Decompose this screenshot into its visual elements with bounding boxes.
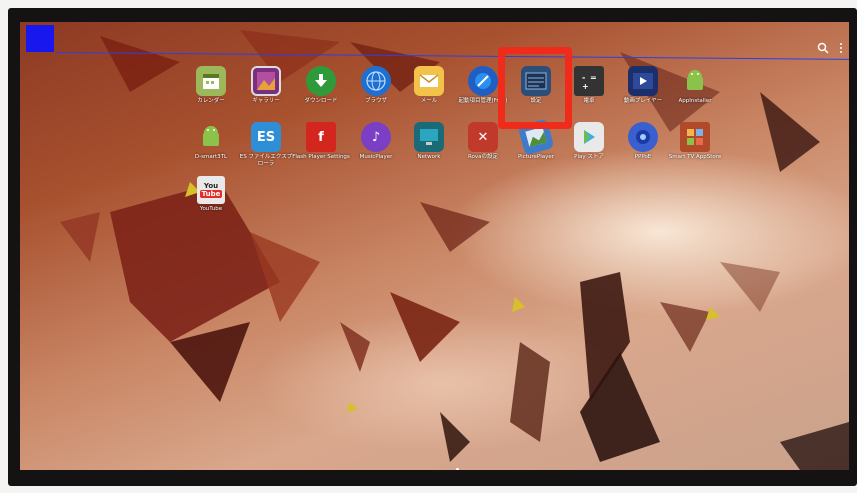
app-label: 動画プレイヤー <box>623 98 663 104</box>
play-store-icon <box>574 122 604 152</box>
page-indicator <box>456 468 459 470</box>
app-download[interactable]: ダウンロード <box>292 66 350 105</box>
app-label: AppInstaller <box>678 98 712 104</box>
smart-tv-appstore-icon <box>680 122 710 152</box>
calendar-icon <box>196 66 226 96</box>
app-label: PicturePlayer <box>517 154 555 160</box>
settings-highlight-box <box>498 47 572 129</box>
app-label: カレンダー <box>197 98 225 104</box>
startup-manager-icon <box>468 66 498 96</box>
app-flash-player[interactable]: f Flash Player Settings <box>292 122 350 161</box>
overlay-box <box>26 25 54 52</box>
app-installer[interactable]: AppInstaller <box>666 66 724 105</box>
calculator-icon: - = + <box>574 66 604 96</box>
browser-globe-icon <box>361 66 391 96</box>
app-browser[interactable]: ブラウザ <box>347 66 405 105</box>
rova-settings-icon: ✕ <box>468 122 498 152</box>
svg-text:=: = <box>590 73 597 82</box>
app-pppoe[interactable]: PPPoE <box>614 122 672 161</box>
app-label: Flash Player Settings <box>292 154 350 160</box>
app-label: ダウンロード <box>304 98 338 104</box>
app-installer-icon <box>680 66 710 96</box>
youtube-icon: You Tube <box>197 176 225 204</box>
app-email[interactable]: メール <box>400 66 458 105</box>
app-es-file-explorer[interactable]: ES ES ファイルエクスプローラ <box>237 122 295 168</box>
email-icon <box>414 66 444 96</box>
app-video-player[interactable]: 動画プレイヤー <box>614 66 672 105</box>
app-label: ブラウザ <box>364 98 387 104</box>
app-smart-tv-appstore[interactable]: Smart TV AppStore <box>666 122 724 161</box>
app-gallery[interactable]: ギャラリー <box>237 66 295 105</box>
app-music-player[interactable]: ♪ MusicPlayer <box>347 122 405 161</box>
app-label: ギャラリー <box>252 98 280 104</box>
flash-player-icon: f <box>306 122 336 152</box>
network-icon <box>414 122 444 152</box>
video-player-icon <box>628 66 658 96</box>
app-label: Smart TV AppStore <box>668 154 722 160</box>
music-player-icon: ♪ <box>361 122 391 152</box>
app-label: Network <box>417 154 441 160</box>
app-label: Play ストア <box>574 154 604 160</box>
app-network[interactable]: Network <box>400 122 458 161</box>
app-label: MusicPlayer <box>359 154 393 160</box>
app-label: メール <box>420 98 438 104</box>
gallery-icon <box>251 66 281 96</box>
download-icon <box>306 66 336 96</box>
app-calendar[interactable]: カレンダー <box>182 66 240 105</box>
app-youtube[interactable]: You Tube YouTube <box>182 176 240 213</box>
more-vert-icon[interactable] <box>839 42 843 54</box>
svg-text:+: + <box>582 82 589 91</box>
app-dsmart[interactable]: D-smart3TL <box>182 122 240 161</box>
android-icon <box>196 122 226 152</box>
pppoe-icon <box>628 122 658 152</box>
photo-frame: カレンダー ギャラリー ダウンロード ブラウザ メール 起動項目管理(Free)… <box>0 0 857 493</box>
es-file-explorer-icon: ES <box>251 122 281 152</box>
search-icon[interactable] <box>817 42 829 54</box>
app-label: PPPoE <box>634 154 652 160</box>
app-label: Rovaの設定 <box>467 154 499 160</box>
svg-text:-: - <box>582 73 585 82</box>
app-label: D-smart3TL <box>194 154 228 160</box>
app-label: ES ファイルエクスプローラ <box>239 154 293 167</box>
status-bar <box>20 22 849 60</box>
app-label: YouTube <box>199 206 223 212</box>
tv-screen: カレンダー ギャラリー ダウンロード ブラウザ メール 起動項目管理(Free)… <box>20 22 849 470</box>
